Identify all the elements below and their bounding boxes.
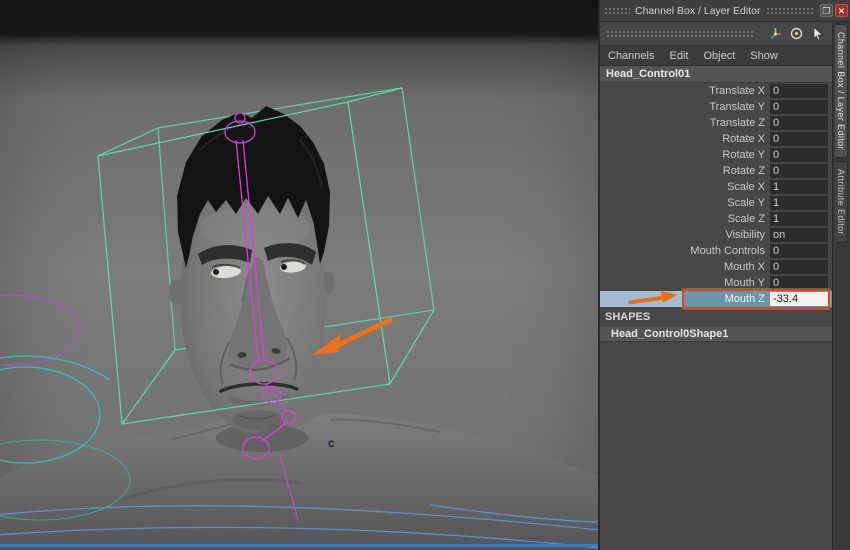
float-panel-icon[interactable]: ❐ [820,4,833,17]
panel-titlebar: Channel Box / Layer Editor ❐ ✕ [600,0,850,22]
channel-name[interactable]: Visibility [600,227,770,243]
channel-box-column: Channels Edit Object Show Head_Control01… [600,22,832,550]
channel-value-field[interactable]: 0 [770,276,828,290]
drag-grip[interactable] [604,7,630,15]
channel-value-field[interactable]: 0 [770,260,828,274]
menu-object[interactable]: Object [703,50,735,62]
channel-name[interactable]: Translate X [600,83,770,99]
channel-value-field[interactable]: -33.4 [770,292,828,306]
viewport-3d[interactable]: c [0,0,598,550]
channel-list: Translate X 0 Translate Y 0 [600,83,832,307]
tab-attribute-editor[interactable]: Attribute Editor [835,161,848,243]
select-tool-icon[interactable] [809,25,826,42]
channel-row[interactable]: Mouth X 0 [600,259,832,275]
tab-channel-box-layer-editor[interactable]: Channel Box / Layer Editor [835,24,848,158]
scene-label-c: c [328,436,335,450]
channel-value-field[interactable]: 0 [770,148,828,162]
channel-value-field[interactable]: 0 [770,100,828,114]
drag-grip[interactable] [766,7,814,15]
channel-row[interactable]: Translate Z 0 [600,115,832,131]
channel-value-field[interactable]: 1 [770,180,828,194]
channel-value-field[interactable]: 0 [770,244,828,258]
menu-show[interactable]: Show [750,50,778,62]
channel-value-field[interactable]: 0 [770,84,828,98]
manipulator-toolbar [600,22,832,46]
channel-box-panel: Channel Box / Layer Editor ❐ ✕ [600,0,850,550]
channel-name[interactable]: Scale Y [600,195,770,211]
channel-value-field[interactable]: 1 [770,212,828,226]
key-selected-icon[interactable] [788,25,805,42]
channel-row[interactable]: Translate Y 0 [600,99,832,115]
channel-row[interactable]: Rotate X 0 [600,131,832,147]
channel-name[interactable]: Translate Z [600,115,770,131]
channel-value-field[interactable]: 0 [770,132,828,146]
channel-name[interactable]: Rotate Y [600,147,770,163]
menu-channels[interactable]: Channels [608,50,654,62]
channel-row[interactable]: Rotate Z 0 [600,163,832,179]
channel-name[interactable]: Scale X [600,179,770,195]
channel-name[interactable]: Mouth X [600,259,770,275]
channel-name[interactable]: Mouth Y [600,275,770,291]
close-panel-icon[interactable]: ✕ [835,4,848,17]
panel-title: Channel Box / Layer Editor [635,5,761,17]
channel-list-area: Head_Control01 Translate X 0 Translate Y [600,66,832,550]
channel-row[interactable]: Scale Z 1 [600,211,832,227]
channel-name[interactable]: Rotate X [600,131,770,147]
channel-row[interactable]: Mouth Controls 0 [600,243,832,259]
menu-edit[interactable]: Edit [669,50,688,62]
channel-name[interactable]: Rotate Z [600,163,770,179]
editor-tab-strip: Channel Box / Layer Editor Attribute Edi… [832,22,850,550]
channel-value-field[interactable]: 1 [770,196,828,210]
channel-value-field[interactable]: 0 [770,116,828,130]
shape-node-row[interactable]: Head_Control0Shape1 [600,325,832,342]
character-model [0,106,598,550]
channel-value-field[interactable]: on [770,228,828,242]
channel-row[interactable]: Rotate Y 0 [600,147,832,163]
channel-row[interactable]: Translate X 0 [600,83,832,99]
shapes-section-header: SHAPES [600,309,832,325]
channel-row[interactable]: Visibility on [600,227,832,243]
object-name-header[interactable]: Head_Control01 [600,66,832,83]
channel-row[interactable]: Scale Y 1 [600,195,832,211]
maya-window: c Channel Box / Layer Editor ❐ ✕ [0,0,850,550]
viewport-3d-scene: c [0,0,598,550]
channel-value-field[interactable]: 0 [770,164,828,178]
channel-name[interactable]: Mouth Controls [600,243,770,259]
active-panel-highlight [0,544,598,547]
channel-row[interactable]: Mouth Z -33.4 [600,291,832,307]
show-manipulator-icon[interactable] [767,25,784,42]
channel-name[interactable]: Mouth Z [600,291,770,307]
channel-box-menubar: Channels Edit Object Show [600,46,832,66]
channel-row[interactable]: Mouth Y 0 [600,275,832,291]
channel-name[interactable]: Translate Y [600,99,770,115]
drag-grip[interactable] [606,30,755,38]
channel-row[interactable]: Scale X 1 [600,179,832,195]
channel-name[interactable]: Scale Z [600,211,770,227]
